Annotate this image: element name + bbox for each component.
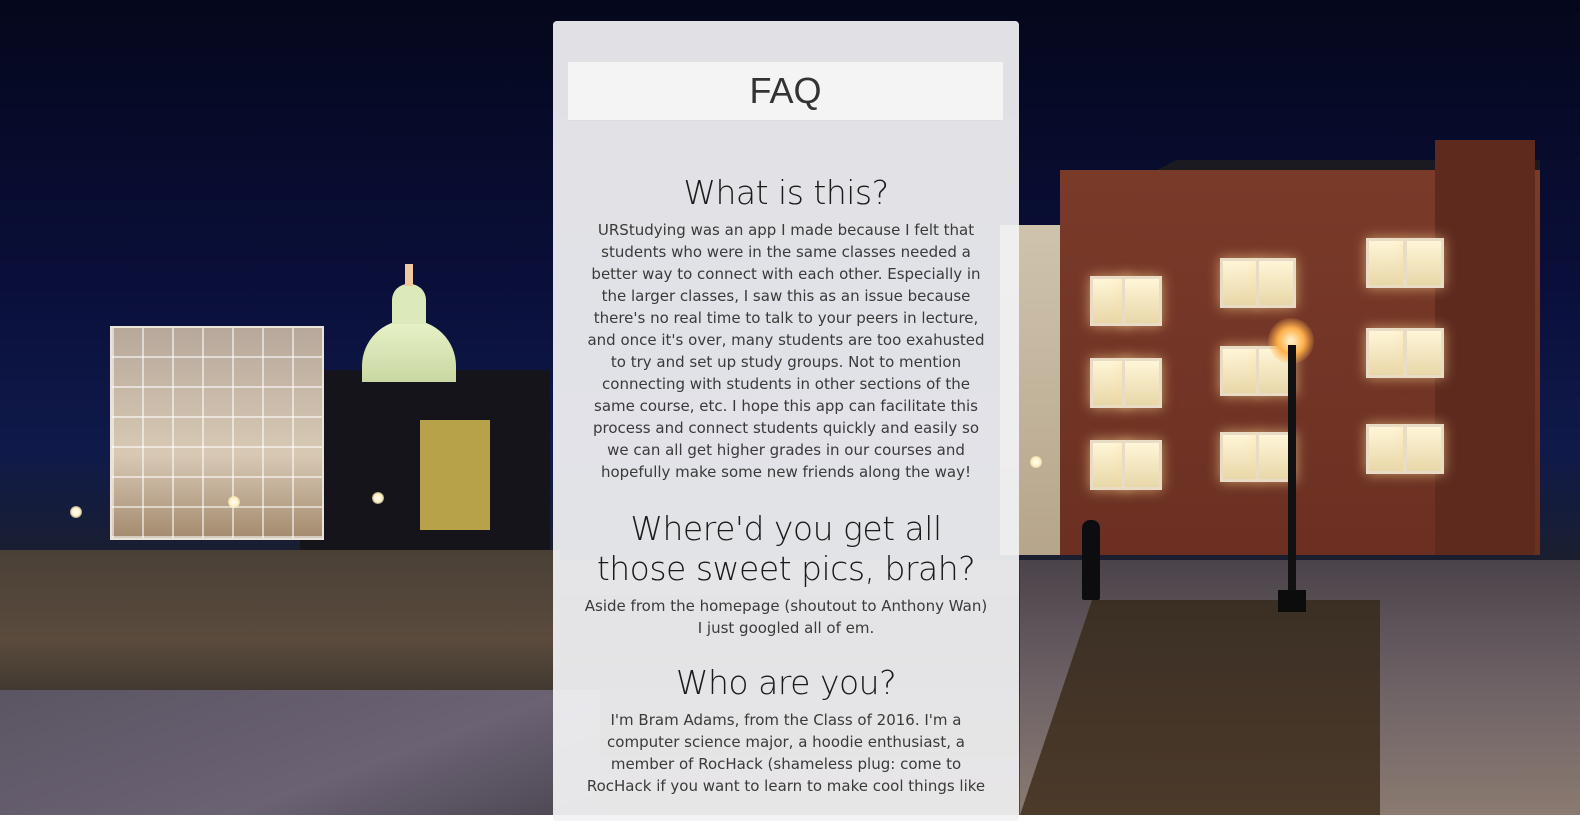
faq-panel: FAQ What is this? URStudying was an app … (553, 21, 1019, 821)
street-lamp-post (1288, 345, 1296, 605)
faq-item-who-are-you: Who are you? I'm Bram Adams, from the Cl… (581, 663, 991, 797)
building-window (1404, 238, 1444, 288)
building-window (1366, 328, 1406, 378)
faq-item-pics: Where'd you get all those sweet pics, br… (581, 509, 991, 639)
building-window (1220, 432, 1260, 482)
faq-question: Where'd you get all those sweet pics, br… (596, 509, 976, 588)
building-window (1366, 238, 1406, 288)
faq-question: What is this? (683, 173, 889, 212)
faq-question: Who are you? (675, 663, 897, 702)
building-window (1366, 424, 1406, 474)
distant-light (372, 492, 384, 504)
building-window (1404, 328, 1444, 378)
building-window (1404, 424, 1444, 474)
library-spire (405, 264, 413, 286)
building-window (1220, 346, 1260, 396)
faq-answer: Aside from the homepage (shoutout to Ant… (584, 597, 988, 637)
street-lamp-base (1278, 590, 1306, 612)
left-lawn (0, 550, 560, 700)
brick-tower (1435, 140, 1535, 555)
glass-building (110, 326, 324, 540)
faq-header: FAQ (568, 62, 1003, 121)
library-dome-top (392, 284, 426, 324)
building-window (1122, 440, 1162, 490)
building-window (1256, 258, 1296, 308)
building-window (1122, 358, 1162, 408)
library-dome (362, 320, 456, 382)
faq-item-what-is-this: What is this? URStudying was an app I ma… (581, 173, 991, 483)
distant-light (70, 506, 82, 518)
pedestrian-silhouette (1082, 520, 1100, 600)
building-window (1220, 258, 1260, 308)
left-walkway (0, 690, 600, 815)
faq-answer: I'm Bram Adams, from the Class of 2016. … (586, 711, 986, 795)
faq-answer: URStudying was an app I made because I f… (587, 221, 985, 481)
building-window (1122, 276, 1162, 326)
distant-light (1030, 456, 1042, 468)
yellow-building (420, 420, 490, 530)
page-title: FAQ (749, 70, 822, 111)
distant-light (228, 496, 240, 508)
